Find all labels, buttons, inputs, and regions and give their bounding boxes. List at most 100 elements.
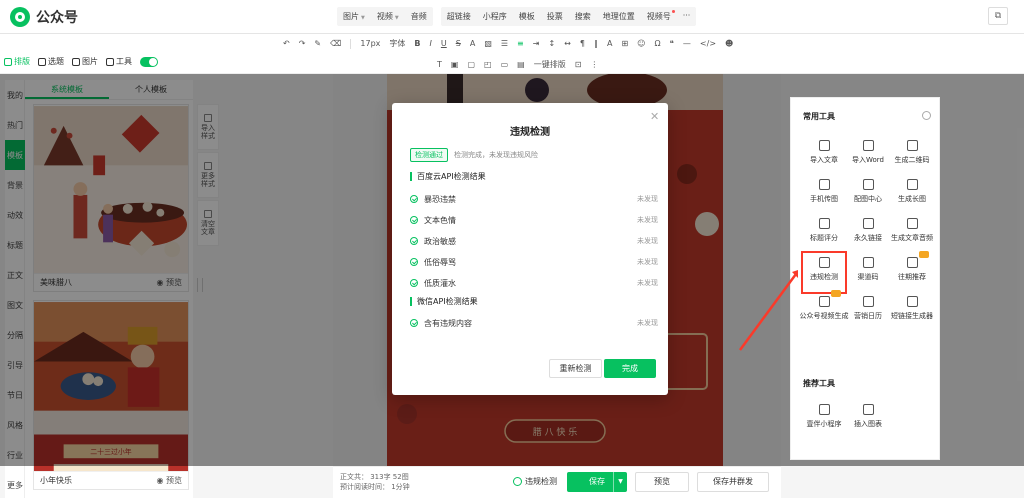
underline-icon[interactable]: U (441, 39, 447, 48)
tool-insert-chart[interactable]: 插入图表 (847, 400, 889, 439)
card-title: 小年快乐 (40, 476, 72, 485)
preview-button[interactable]: 预览 (635, 472, 689, 492)
check-row: 文本色情 未发现 (410, 213, 658, 227)
shadow-icon[interactable]: ◰ (484, 60, 492, 69)
undo-icon[interactable]: ↶ (283, 39, 290, 48)
tool-permanent-link[interactable]: 永久链接 (847, 214, 889, 253)
chevron-down-icon[interactable]: ▼ (613, 472, 627, 492)
tab-image[interactable]: 图片 (72, 56, 98, 67)
tool-violation-check[interactable]: 违规检测 (801, 251, 847, 294)
card-icon[interactable]: ▤ (517, 60, 525, 69)
font-family-select[interactable]: 字体 (389, 38, 405, 49)
menu-template[interactable]: 模板 (513, 7, 541, 26)
strikethrough-icon[interactable]: S (456, 39, 461, 48)
menu-audio[interactable]: 音频 (405, 7, 433, 26)
save-button[interactable]: 保存 ▼ (567, 472, 627, 492)
font-color-icon[interactable]: A (470, 39, 475, 48)
done-button[interactable]: 完成 (604, 359, 656, 378)
text-direction-icon[interactable]: A (607, 39, 612, 48)
menu-hyperlink[interactable]: 超链接 (441, 7, 477, 26)
menu-search[interactable]: 搜索 (569, 7, 597, 26)
new-badge (919, 251, 929, 258)
tab-tools[interactable]: 工具 (106, 56, 132, 67)
insert-menu: 图片 ▼ 视频 ▼ 音频 超链接 小程序 模板 投票 搜索 地理位置 视频号 ··· (337, 7, 704, 26)
menu-location[interactable]: 地理位置 (597, 7, 641, 26)
save-and-send-button[interactable]: 保存并群发 (697, 472, 769, 492)
layout-toggle-icon[interactable]: ⧉ (988, 7, 1008, 25)
tool-video-generate[interactable]: 公众号视频生成 (800, 290, 849, 331)
check-circle-icon (410, 195, 418, 203)
tool-qrcode[interactable]: 生成二维码 (891, 136, 933, 175)
menu-vote[interactable]: 投票 (541, 7, 569, 26)
recheck-button[interactable]: 重新检测 (549, 359, 602, 378)
text-color-icon[interactable]: T (437, 60, 442, 69)
divider-line-icon[interactable]: — (683, 39, 691, 48)
font-size-select[interactable]: 17px (360, 39, 380, 48)
redo-icon[interactable]: ↷ (299, 39, 306, 48)
check-circle-icon (410, 216, 418, 224)
menu-channels[interactable]: 视频号 (641, 7, 677, 26)
emoji-face-icon[interactable]: ☻ (725, 39, 733, 48)
tool-past-recommend[interactable]: 往期推荐 (891, 251, 933, 292)
tool-title-score[interactable]: 标题评分 (803, 214, 845, 253)
menu-miniprogram[interactable]: 小程序 (477, 7, 513, 26)
one-click-layout-button[interactable]: 一键排版 (534, 59, 566, 70)
tool-short-link[interactable]: 短链接生成器 (891, 292, 933, 331)
image-icon (72, 57, 80, 66)
menu-more[interactable]: ··· (677, 7, 697, 26)
more-format-icon[interactable]: ⋮ (590, 60, 598, 69)
tool-import-word[interactable]: 导入Word (847, 136, 889, 175)
media-menu-group: 图片 ▼ 视频 ▼ 音频 (337, 7, 433, 26)
panel-toggle[interactable] (140, 56, 158, 67)
list-icon[interactable]: ☰ (501, 39, 508, 48)
code-icon[interactable]: </> (700, 39, 716, 48)
quote-icon[interactable]: ❝ (670, 39, 674, 48)
menu-image[interactable]: 图片 ▼ (337, 7, 371, 26)
tool-phone-image[interactable]: 手机传图 (803, 175, 845, 214)
tool-article-audio[interactable]: 生成文章音频 (891, 214, 933, 253)
tab-layout[interactable]: 排版 (4, 56, 30, 67)
emoji-icon[interactable]: ☺ (637, 39, 645, 48)
format-row-2: T ▣ ▢ ◰ ▭ ▤ 一键排版 ⊡ ⋮ (437, 59, 598, 70)
settings-gear-icon[interactable] (922, 111, 931, 120)
paragraph-spacing-icon[interactable]: ¶ (580, 39, 585, 48)
tool-marketing-calendar[interactable]: 营销日历 (847, 292, 889, 331)
margin-icon[interactable]: ⊡ (575, 60, 582, 69)
close-icon[interactable]: ✕ (650, 110, 659, 123)
left-panel-tabs: 排版 选题 图片 工具 (4, 56, 158, 67)
indent-icon[interactable]: ⇥ (533, 39, 540, 48)
check-row: 低俗辱骂 未发现 (410, 255, 658, 269)
tab-topic[interactable]: 选题 (38, 56, 64, 67)
tools-icon (106, 57, 114, 66)
nav-more[interactable]: 更多 (5, 470, 25, 498)
clear-format-icon[interactable]: ⌫ (330, 39, 341, 48)
tool-long-image[interactable]: 生成长图 (891, 175, 933, 214)
menu-video[interactable]: 视频 ▼ (371, 7, 405, 26)
table-icon[interactable]: ⊞ (621, 39, 628, 48)
column-icon[interactable]: ‖ (594, 39, 598, 48)
format-painter-icon[interactable]: ✎ (314, 39, 321, 48)
phone-icon (818, 179, 830, 190)
modal-title: 违规检测 (510, 127, 550, 138)
channel-code-icon (862, 257, 874, 268)
bg-color-icon[interactable]: ▣ (451, 60, 459, 69)
bold-icon[interactable]: B (414, 39, 420, 48)
border-icon[interactable]: ▢ (467, 60, 475, 69)
layout-icon (4, 57, 12, 66)
preview-link[interactable]: ◉ 预览 (156, 475, 182, 486)
violation-check-link[interactable]: 违规检测 (513, 476, 557, 487)
italic-icon[interactable]: I (430, 39, 432, 48)
line-height-icon[interactable]: ↕ (548, 39, 555, 48)
align-icon[interactable]: ≡ (517, 39, 524, 48)
logo[interactable]: 公众号 (10, 7, 78, 27)
letter-spacing-icon[interactable]: ↔ (564, 39, 571, 48)
tool-image-center[interactable]: 配图中心 (847, 175, 889, 214)
highlight-icon[interactable]: ▧ (484, 39, 492, 48)
tool-miniapp[interactable]: 壹伴小程序 (803, 400, 845, 439)
tool-channel-code[interactable]: 渠道码 (847, 253, 889, 292)
special-char-icon[interactable]: Ω (654, 39, 660, 48)
long-image-icon (906, 179, 918, 190)
tool-import-article[interactable]: 导入文章 (803, 136, 845, 175)
image-border-icon[interactable]: ▭ (501, 60, 509, 69)
red-dot-badge (671, 10, 675, 13)
